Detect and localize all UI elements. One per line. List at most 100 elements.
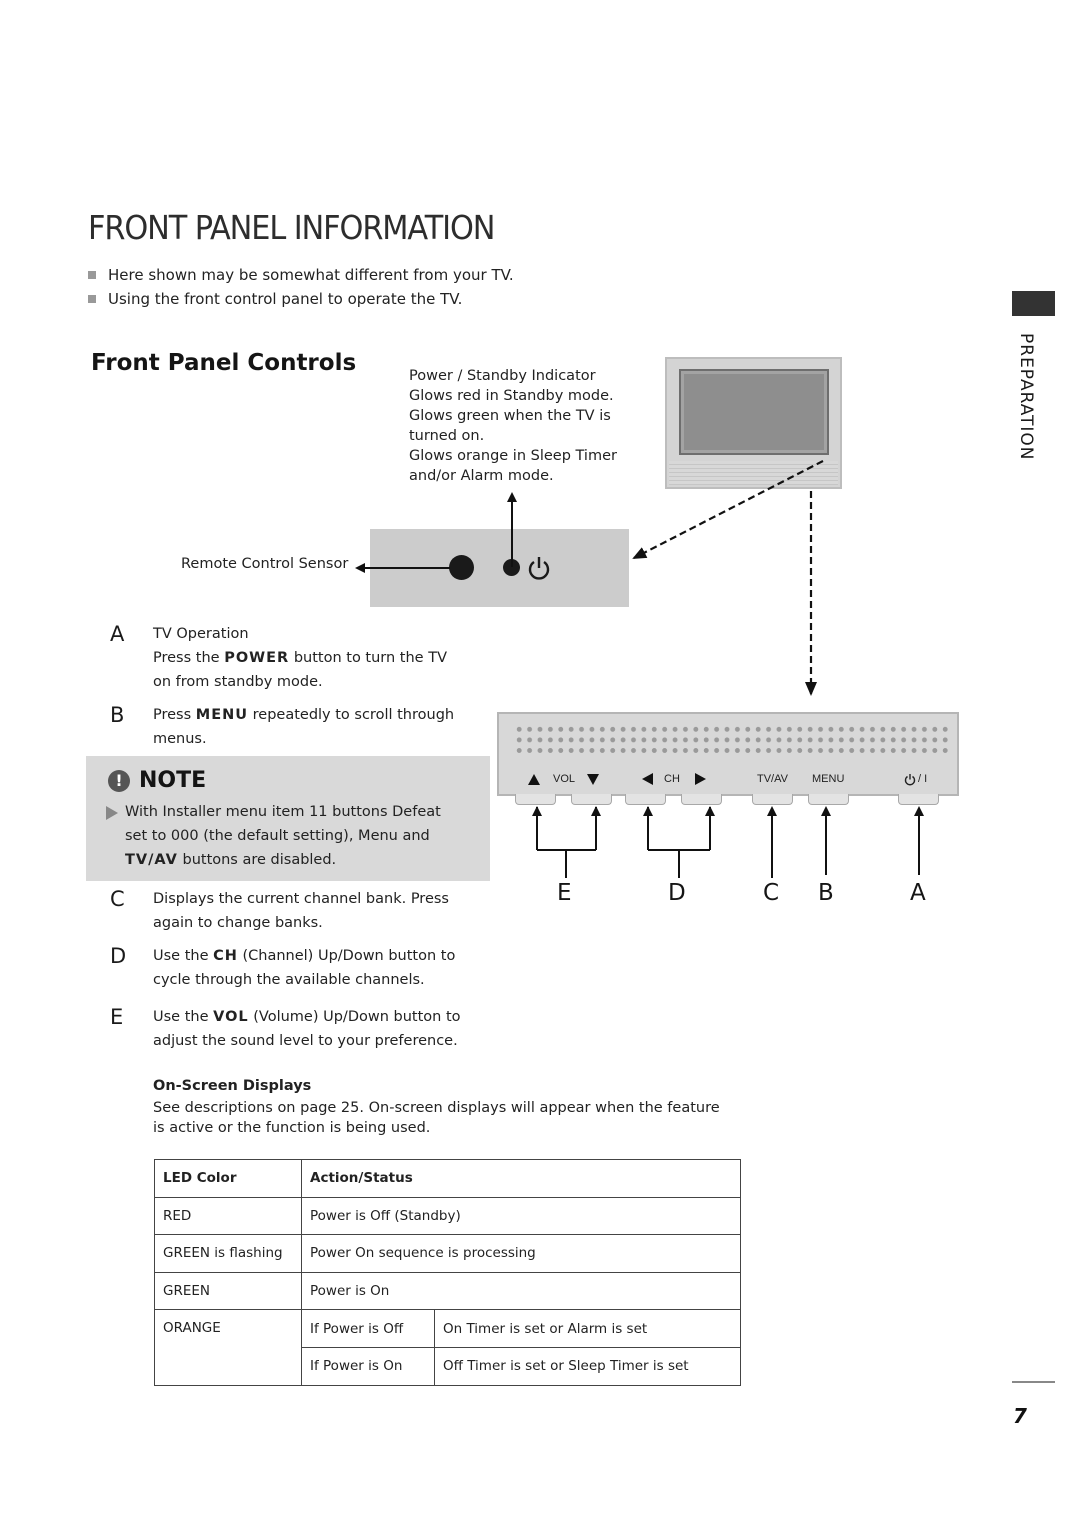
table-row: RED Power is Off (Standby): [154, 1196, 741, 1236]
intro-bullets: Here shown may be somewhat different fro…: [88, 263, 514, 311]
text: repeatedly to scroll through: [248, 707, 455, 723]
standby-led-icon: [503, 559, 520, 576]
power-icon: [528, 557, 550, 580]
indicator-line: Power / Standby Indicator: [409, 368, 596, 384]
power-icon: [904, 774, 916, 786]
bullet-item: Here shown may be somewhat different fro…: [88, 263, 514, 287]
ch-down-button[interactable]: [625, 794, 666, 805]
callout-d-bracket: [647, 807, 711, 878]
tvav-button[interactable]: [752, 794, 793, 805]
led-status-table: LED Color Action/Status RED Power is Off…: [154, 1159, 741, 1386]
status-cell: Power is On: [301, 1271, 741, 1311]
sensor-panel-closeup: [370, 529, 629, 607]
indicator-line: Glows green when the TV is: [409, 408, 611, 424]
text: button to turn the TV: [289, 650, 447, 666]
page-title: FRONT PANEL INFORMATION: [88, 208, 495, 247]
osd-title: On-Screen Displays: [153, 1078, 312, 1094]
table-header-row: LED Color Action/Status: [154, 1159, 741, 1198]
keyword: CH: [213, 948, 238, 964]
vol-down-icon: [587, 774, 599, 785]
text: Press: [153, 707, 196, 723]
text: Press the: [153, 650, 225, 666]
speaker-dots: [514, 724, 950, 756]
bullet-square-icon: [88, 295, 96, 303]
item-line: Use the CH (Channel) Up/Down button to: [153, 944, 493, 968]
bullet-text: Here shown may be somewhat different fro…: [108, 266, 514, 284]
item-line: Press the POWER button to turn the TV: [153, 646, 493, 670]
item-line: TV Operation: [153, 626, 249, 642]
keyword: VOL: [213, 1009, 249, 1025]
led-color-cell: ORANGE: [154, 1309, 302, 1386]
text: Use the: [153, 948, 214, 964]
callout-e-bracket: [536, 807, 597, 878]
menu-label: MENU: [812, 773, 845, 785]
status-cell: Power On sequence is processing: [301, 1234, 741, 1273]
note-line: TV/AV buttons are disabled.: [125, 848, 441, 872]
text: Use the: [153, 1009, 214, 1025]
item-line: menus.: [153, 731, 207, 747]
menu-button[interactable]: [808, 794, 849, 805]
note-line: With Installer menu item 11 buttons Defe…: [125, 804, 441, 820]
text: (Channel) Up/Down button to: [237, 948, 456, 964]
page-number-rule: [1012, 1381, 1055, 1383]
note-header: ! NOTE: [108, 768, 206, 793]
led-color-cell: RED: [154, 1196, 302, 1236]
item-letter: E: [110, 1005, 124, 1029]
tv-illustration: [665, 357, 842, 489]
text: buttons are disabled.: [177, 852, 337, 868]
tvav-label: TV/AV: [757, 773, 788, 785]
keyword: TV/AV: [125, 852, 178, 868]
vol-up-button[interactable]: [515, 794, 556, 805]
status-cell: On Timer is set or Alarm is set: [434, 1309, 741, 1348]
ch-up-button[interactable]: [681, 794, 722, 805]
item-line: Displays the current channel bank. Press: [153, 891, 449, 907]
keyword: POWER: [224, 650, 290, 666]
callout-letter-e: E: [557, 880, 572, 906]
osd-description: See descriptions on page 25. On-screen d…: [153, 1098, 720, 1138]
callout-letter-c: C: [763, 880, 780, 906]
note-line: set to 000 (the default setting), Menu a…: [125, 828, 430, 844]
ch-label: CH: [664, 773, 680, 785]
tv-screen: [679, 369, 829, 455]
condition-cell: If Power is Off: [301, 1309, 435, 1348]
power-label: / I: [918, 773, 928, 785]
ch-up-icon: [695, 773, 706, 785]
table-row: GREEN is flashing Power On sequence is p…: [154, 1234, 741, 1273]
ch-down-icon: [642, 773, 653, 785]
item-letter: A: [110, 622, 125, 646]
callout-letter-b: B: [818, 880, 834, 906]
power-button[interactable]: [898, 794, 939, 805]
status-cell: Off Timer is set or Sleep Timer is set: [434, 1346, 741, 1386]
callout-letter-d: D: [668, 880, 686, 906]
indicator-line: Glows orange in Sleep Timer: [409, 448, 617, 464]
item-line: adjust the sound level to your preferenc…: [153, 1033, 458, 1049]
item-description: Press MENU repeatedly to scroll through …: [153, 703, 493, 751]
bullet-text: Using the front control panel to operate…: [108, 290, 463, 308]
note-title: NOTE: [139, 768, 207, 793]
indicator-description: Power / Standby Indicator Glows red in S…: [409, 366, 617, 486]
item-letter: C: [110, 887, 125, 911]
osd-line: is active or the function is being used.: [153, 1120, 431, 1136]
vol-up-icon: [528, 774, 540, 785]
indicator-line: Glows red in Standby mode.: [409, 388, 614, 404]
item-description: TV Operation Press the POWER button to t…: [153, 622, 493, 694]
callout-letter-a: A: [910, 880, 926, 906]
osd-line: See descriptions on page 25. On-screen d…: [153, 1100, 720, 1116]
item-line: Press MENU repeatedly to scroll through: [153, 703, 493, 727]
table-row: GREEN Power is On: [154, 1271, 741, 1311]
bullet-item: Using the front control panel to operate…: [88, 287, 514, 311]
vol-down-button[interactable]: [571, 794, 612, 805]
status-cell: Power is Off (Standby): [301, 1196, 741, 1236]
exclamation-icon: !: [108, 769, 130, 792]
item-description: Use the CH (Channel) Up/Down button to c…: [153, 944, 493, 992]
item-description: Displays the current channel bank. Press…: [153, 887, 493, 935]
item-description: Use the VOL (Volume) Up/Down button to a…: [153, 1005, 493, 1053]
indicator-line: turned on.: [409, 428, 485, 444]
table-row: ORANGE If Power is Off On Timer is set o…: [154, 1309, 741, 1386]
condition-cell: If Power is On: [301, 1346, 435, 1386]
led-color-cell: GREEN: [154, 1271, 302, 1311]
remote-sensor-label: Remote Control Sensor: [181, 556, 349, 572]
section-tab-label: PREPARATION: [1016, 333, 1036, 461]
tv-speaker-grille: [669, 461, 838, 485]
remote-sensor-icon: [449, 555, 474, 580]
